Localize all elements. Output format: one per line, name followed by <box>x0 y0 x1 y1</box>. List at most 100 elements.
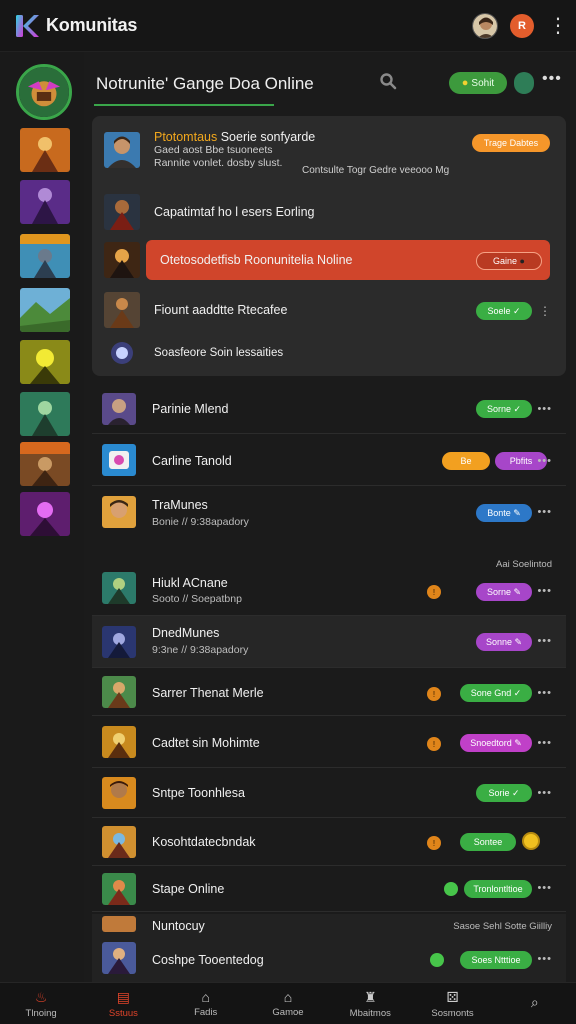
warning-icon: ! <box>427 687 441 701</box>
warning-icon: ! <box>427 585 441 599</box>
search-icon[interactable] <box>379 72 397 95</box>
row-side-note: Contsulte Togr Gedre veeooo Mg <box>302 165 450 176</box>
community-avatar[interactable] <box>16 64 72 120</box>
tags-badge[interactable]: Trage Dabtes <box>472 134 550 152</box>
nav-item-settings[interactable]: ⚄ Sosmonts <box>411 983 493 1024</box>
warning-icon: ! <box>427 737 441 751</box>
edit-icon: ✎ <box>513 586 522 597</box>
more-icon[interactable]: ••• <box>537 787 552 799</box>
more-icon[interactable]: ••• <box>537 403 552 415</box>
nav-item-games[interactable]: ⌂ Gamoe <box>247 983 329 1024</box>
game-thumb-3[interactable] <box>20 234 70 278</box>
more-icon[interactable]: ••• <box>537 635 552 647</box>
notification-badge[interactable]: R <box>510 13 534 38</box>
list-item[interactable]: Nuntocuy Sasoe Sehl Sotte Giilliy Coshpe… <box>92 914 566 982</box>
more-icon[interactable]: ••• <box>537 687 552 699</box>
edit-icon: ✎ <box>514 737 522 748</box>
list-name: Carline Tanold <box>152 454 232 468</box>
more-icon[interactable]: ••• <box>537 953 552 965</box>
game-thumb-7[interactable] <box>20 442 70 486</box>
game-thumb-1[interactable] <box>20 128 70 172</box>
status-pill[interactable]: Sorie ✓ <box>476 784 532 802</box>
list-item[interactable]: Sarrer Thenat Merle ! Sone Gnd ✓ ••• <box>92 668 566 716</box>
more-vert-icon[interactable]: ⋮ <box>548 16 568 36</box>
list-sub: Bonie // 9:38apadory <box>152 516 249 528</box>
game-thumb-2[interactable] <box>20 180 70 224</box>
list-item[interactable]: TraMunes Bonie // 9:38apadory Bonte ✎ ••… <box>92 486 566 556</box>
list-item[interactable]: Hiukl ACnane Sooto // Soepatbnp ! Sorne … <box>92 556 566 616</box>
list-thumb <box>102 777 136 809</box>
list-name: Sntpe Toonhlesa <box>152 786 245 800</box>
status-pill[interactable]: Sorne ✓ <box>476 400 532 418</box>
nav-item-status[interactable]: ▤ Sstuus <box>82 983 164 1024</box>
nav-item-search[interactable]: ⌕ <box>494 983 576 1024</box>
status-pill[interactable]: Tronlontltioe <box>464 880 532 898</box>
status-pill[interactable]: Snoedtord ✎ <box>460 734 532 752</box>
check-icon: ✓ <box>513 687 522 698</box>
page-title: Notrunite' Gange Doa Online <box>96 74 314 93</box>
home-outline-icon: ⌂ <box>283 989 293 1005</box>
edit-icon: ✎ <box>514 636 523 647</box>
check-icon: ✓ <box>511 787 520 798</box>
list-thumb <box>102 726 136 758</box>
status-pill[interactable]: Soes Ntttioe <box>460 951 532 969</box>
online-toggle[interactable] <box>514 72 534 94</box>
status-pill[interactable]: Sontee <box>460 833 516 851</box>
game-thumb-6[interactable] <box>20 392 70 436</box>
status-pill[interactable]: Be <box>442 452 490 470</box>
green-badge[interactable]: Soele ✓ <box>476 302 532 320</box>
game-thumb-5[interactable] <box>20 340 70 384</box>
row-sub: Rannite vonlet. dosby slust. <box>154 157 283 169</box>
check-icon: ✓ <box>513 305 521 316</box>
list-item[interactable]: Stape Online Tronlontltioe ••• <box>92 866 566 912</box>
list-item[interactable]: Cadtet sin Mohimte ! Snoedtord ✎ ••• <box>92 716 566 768</box>
game-thumb-4[interactable] <box>20 288 70 332</box>
list-item[interactable]: DnedMunes 9:3ne // 9:38apadory Sonne ✎ •… <box>92 616 566 668</box>
list-item[interactable]: Sntpe Toonhlesa Sorie ✓ ••• <box>92 768 566 818</box>
list-thumb <box>102 826 136 858</box>
nav-item-home[interactable]: ⌂ Fadis <box>165 983 247 1024</box>
more-icon[interactable]: ••• <box>537 455 552 467</box>
search-icon: ⌕ <box>530 994 539 1010</box>
row-sub: Gaed aost Bbe tsuoneets <box>154 144 273 156</box>
user-avatar[interactable] <box>472 12 498 39</box>
pill-label: Sorne <box>486 404 511 414</box>
check-icon: ✓ <box>513 403 522 414</box>
status-pill[interactable]: Bonte ✎ <box>476 504 532 522</box>
pill-label: Snoedtord <box>470 738 512 748</box>
list-item[interactable]: Parinie Mlend Sorne ✓ ••• <box>92 384 566 434</box>
status-pill[interactable]: Sorne ✎ <box>476 583 532 601</box>
red-badge[interactable]: Gaine ● <box>476 252 542 270</box>
nav-item-members[interactable]: ♜ Mbaitmos <box>329 983 411 1024</box>
row-more-icon[interactable]: ⋮ <box>539 304 552 318</box>
game-thumb-8[interactable] <box>20 492 70 536</box>
more-icon[interactable]: ••• <box>537 737 552 749</box>
status-pill[interactable]: Sonne ✎ <box>476 633 532 651</box>
list-sub: Sooto // Soepatbnp <box>152 593 242 605</box>
row-prefix: Ptotomtaus <box>154 130 218 144</box>
toggle-icon: ● <box>519 256 525 266</box>
status-button[interactable]: ● Sohit <box>449 72 507 94</box>
header-more-icon[interactable]: ••• <box>542 70 562 88</box>
calendar-icon: ▤ <box>116 988 131 1005</box>
nav-item-trending[interactable]: ♨ Tlnoing <box>0 983 82 1024</box>
list-item[interactable]: Kosohtdatecbndak ! Sontee <box>92 818 566 866</box>
list-name: Nuntocuy <box>152 919 205 933</box>
pill-label: Sonne <box>485 637 512 647</box>
more-icon[interactable]: ••• <box>537 882 552 894</box>
list-thumb <box>102 916 136 932</box>
nav-label: Sosmonts <box>431 1007 474 1019</box>
game-sidebar <box>0 52 84 982</box>
panel-row[interactable]: Soasfeore Soin lessaities <box>92 338 566 368</box>
top-app-bar: Komunitas R ⋮ <box>0 0 576 52</box>
row-title: Capatimtaf ho l esers Eorling <box>154 205 315 219</box>
app-logo-icon[interactable] <box>14 13 40 39</box>
more-icon[interactable]: ••• <box>537 506 552 518</box>
row-avatar <box>104 132 140 168</box>
list-thumb <box>102 873 136 905</box>
list-item[interactable]: Carline Tanold Be Pbfits ••• <box>92 434 566 486</box>
more-icon[interactable]: ••• <box>537 585 552 597</box>
row-thumb <box>104 242 140 278</box>
status-pill[interactable]: Sone Gnd ✓ <box>460 684 532 702</box>
panel-row[interactable]: Capatimtaf ho l esers Eorling <box>92 192 566 232</box>
